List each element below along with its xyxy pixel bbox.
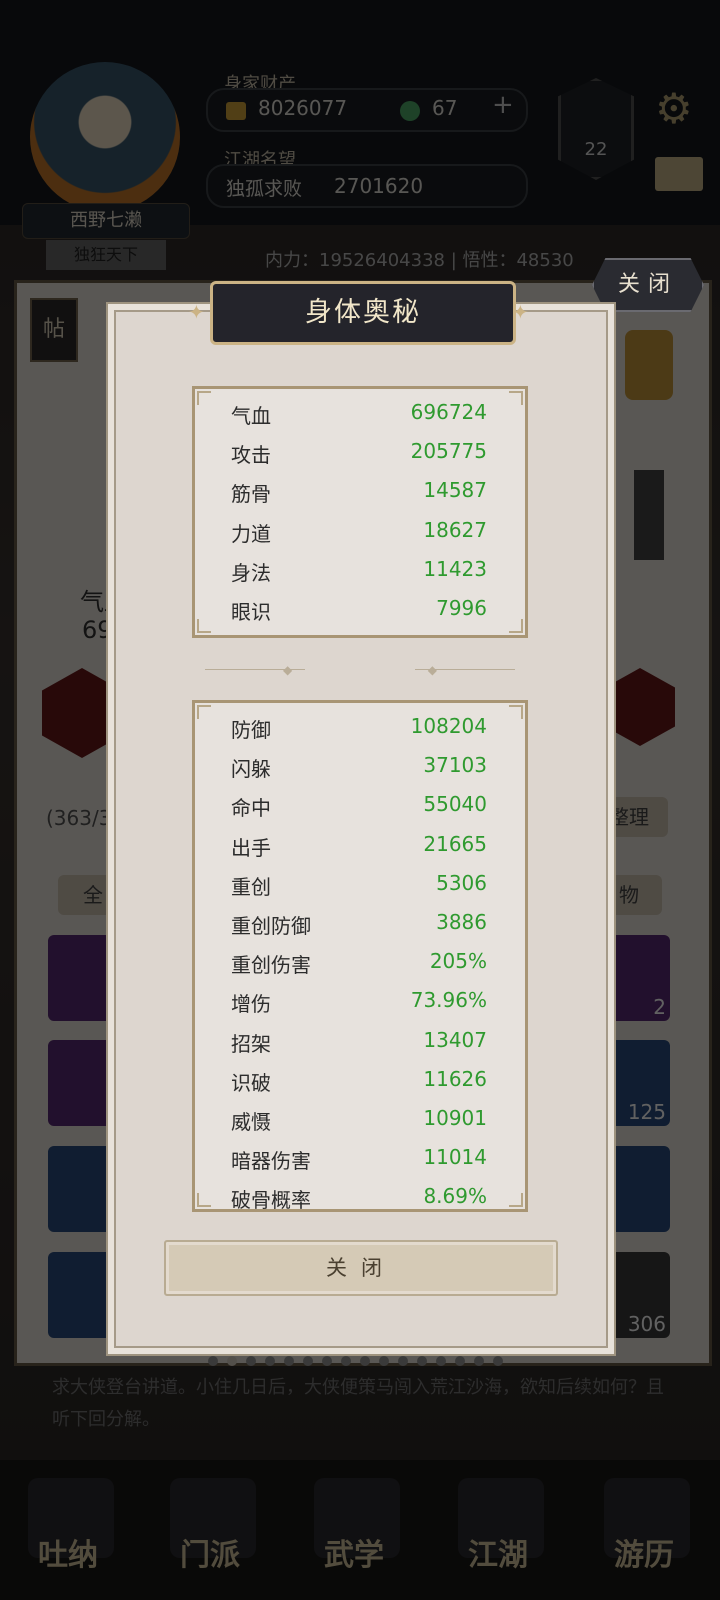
stat-value: 205775 [410,439,487,464]
stat-value: 10901 [423,1105,487,1130]
stat-row: 招架 13407 [195,1021,525,1060]
stat-row: 暗器伤害 11014 [195,1138,525,1177]
corner-ornament [509,391,523,405]
stat-label: 力道 [231,521,271,546]
stat-row: 眼识 7996 [195,589,525,628]
stat-row: 出手 21665 [195,825,525,864]
body-secrets-modal: 关闭 ✦ ✦ 身体奥秘 气血 696724 攻击 205775 筋骨 14587 力道 186… [0,0,720,1600]
stat-label: 身法 [231,560,271,585]
stat-row: 力道 18627 [195,511,525,550]
corner-ornament [509,705,523,719]
stat-row: 重创防御 3886 [195,903,525,942]
stat-value: 108204 [410,714,487,738]
stat-label: 暗器伤害 [231,1149,311,1174]
stat-row: 重创伤害 205% [195,942,525,981]
primary-stats-box: 气血 696724 攻击 205775 筋骨 14587 力道 18627 身法 11423 眼识 7… [192,386,528,638]
close-top-button[interactable]: 关闭 [592,258,704,312]
stat-label: 闪躲 [231,757,271,782]
secondary-stats-box[interactable]: 防御 108204 闪躲 37103 命中 55040 出手 21665 重创 5306 重创防御 3… [192,700,528,1212]
stat-value: 11014 [423,1145,487,1170]
stat-value: 13407 [423,1027,487,1052]
stat-label: 气血 [231,404,271,428]
stat-row: 威慑 10901 [195,1099,525,1138]
stat-row: 攻击 205775 [195,432,525,471]
stat-value: 8.69% [423,1184,487,1209]
stat-value: 696724 [410,400,487,424]
stat-row: 识破 11626 [195,1060,525,1099]
stat-label: 破骨概率 [231,1188,311,1212]
stat-row: 闪躲 37103 [195,746,525,785]
stat-value: 7996 [436,595,487,620]
stat-value: 73.96% [410,988,487,1013]
stat-label: 重创防御 [231,913,311,938]
corner-ornament [197,1193,211,1207]
stat-value: 18627 [423,517,487,542]
corner-ornament [197,705,211,719]
stat-row: 重创 5306 [195,864,525,903]
stat-label: 防御 [231,718,271,742]
stat-value: 21665 [423,831,487,856]
dialog-title: 身体奥秘 [210,281,516,345]
stat-value: 37103 [423,753,487,778]
stat-value: 5306 [436,870,487,895]
stat-label: 重创 [231,874,271,899]
stat-row: 破骨概率 8.69% [195,1177,525,1212]
stat-value: 205% [429,949,487,974]
stat-label: 重创伤害 [231,953,311,978]
stat-label: 攻击 [231,443,271,468]
stat-value: 11626 [423,1066,487,1091]
corner-ornament [509,619,523,633]
stat-value: 3886 [436,909,487,934]
stat-label: 出手 [231,835,271,860]
title-ornament-left: ✦ [188,300,205,324]
corner-ornament [197,619,211,633]
stat-value: 11423 [423,556,487,581]
close-bottom-button[interactable]: 关闭 [164,1240,558,1296]
stat-row: 增伤 73.96% [195,981,525,1020]
stat-row: 防御 108204 [195,707,525,746]
stat-label: 识破 [231,1070,271,1095]
stat-row: 命中 55040 [195,785,525,824]
stat-row: 气血 696724 [195,393,525,432]
stat-label: 命中 [231,796,271,821]
stat-label: 增伤 [231,992,271,1017]
stat-label: 筋骨 [231,482,271,507]
corner-ornament [197,391,211,405]
stat-label: 招架 [231,1031,271,1056]
stat-row: 筋骨 14587 [195,471,525,510]
stat-row: 身法 11423 [195,550,525,589]
stat-label: 威慑 [231,1109,271,1134]
stat-value: 14587 [423,478,487,503]
stat-value: 55040 [423,792,487,817]
stat-label: 眼识 [231,599,271,624]
divider: ◆ ◆ [205,663,515,677]
corner-ornament [509,1193,523,1207]
